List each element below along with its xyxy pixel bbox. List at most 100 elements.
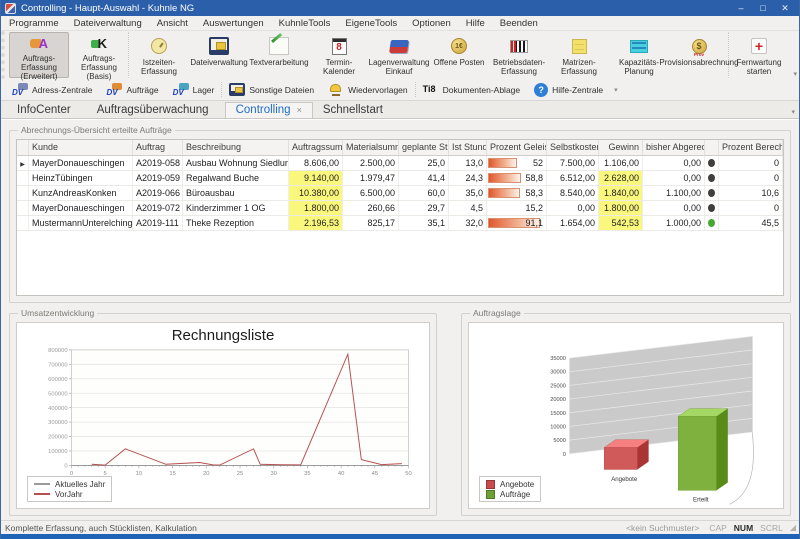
cell-auftrag: A2019-066: [133, 186, 183, 200]
cell-ist-stunden: 32,0: [449, 216, 487, 230]
svg-text:20000: 20000: [550, 397, 566, 403]
col-prozent-geleistet[interactable]: Prozent Geleistet: [487, 140, 547, 155]
cell-selbstkosten: 8.540,00: [547, 186, 599, 200]
ribbon-large-button[interactable]: Auftrags-Erfassung (Erweitert): [9, 32, 69, 78]
svg-text:10000: 10000: [550, 424, 566, 430]
status-dot: [708, 174, 715, 182]
menu-item[interactable]: KuhnleTools: [279, 18, 331, 29]
dv-stock-icon: [173, 83, 189, 96]
table-row[interactable]: ▶ KunzAndreasKonken A2019-066 Büroausbau…: [17, 186, 783, 201]
ribbon-small-button[interactable]: Sonstige Dateien: [222, 82, 321, 97]
cell-prozent-berechnet: 45,5: [719, 216, 783, 230]
ribbon-small-button[interactable]: Wiedervorlagen: [321, 82, 416, 97]
cell-gewinn: 542,53: [599, 216, 643, 230]
col-beschreibung[interactable]: Beschreibung: [183, 140, 289, 155]
col-gewinn[interactable]: Gewinn: [599, 140, 643, 155]
ribbon-large-button[interactable]: Lagenverwaltung Einkauf: [369, 32, 429, 78]
table-row[interactable]: ▶ HeinzTübingen A2019-059 Regalwand Buch…: [17, 171, 783, 186]
cell-beschreibung: Büroausbau: [183, 186, 289, 200]
line-chart-title: Rechnungsliste: [21, 325, 425, 345]
cell-auftragssumme: 9.140,00: [289, 171, 343, 185]
ribbon-large-button[interactable]: Betriebsdaten-Erfassung: [489, 32, 549, 78]
table-row[interactable]: ▶ MayerDonaueschingen A2019-058 Ausbau W…: [17, 156, 783, 171]
minimize-button[interactable]: –: [731, 3, 751, 13]
col-materialsumme[interactable]: Materialsumme: [343, 140, 399, 155]
ribbon-large-button[interactable]: Offene Posten: [429, 32, 489, 78]
revenue-chart-groupbox: Umsatzentwicklung Rechnungsliste 0100000…: [9, 308, 437, 516]
legend-entry: VorJahr: [34, 489, 105, 499]
cell-prozent-berechnet: 0: [719, 156, 783, 170]
cell-geplante-stunden: 60,0: [399, 186, 449, 200]
ribbon-row2-overflow-arrow[interactable]: ▾: [614, 86, 618, 94]
menu-item[interactable]: EigeneTools: [345, 18, 397, 29]
col-prozent-berechnet[interactable]: Prozent Berechnet: [719, 140, 783, 155]
menu-item[interactable]: Optionen: [412, 18, 451, 29]
ribbon-large-button[interactable]: Istzeiten-Erfassung: [129, 32, 189, 78]
resize-grip-icon[interactable]: ◢: [790, 523, 795, 532]
col-bisher-abgerechnet[interactable]: bisher Abgerechnet: [643, 140, 705, 155]
status-dot: [708, 204, 715, 212]
ribbon-large-button[interactable]: Matrizen-Erfassung: [549, 32, 609, 78]
cell-auftragssumme: 1.800,00: [289, 201, 343, 215]
ribbon-large-button[interactable]: Fernwartung starten: [729, 32, 789, 78]
tab[interactable]: Controlling×: [225, 102, 313, 118]
ribbon-small-button[interactable]: Lager: [166, 82, 223, 97]
cell-geplante-stunden: 25,0: [399, 156, 449, 170]
maximize-button[interactable]: □: [753, 3, 773, 13]
legend-line-swatch: [34, 483, 50, 485]
col-ist-stunden[interactable]: Ist Stunden: [449, 140, 487, 155]
tab-overflow-arrow[interactable]: ▾: [791, 108, 795, 116]
cell-auftrag: A2019-072: [133, 201, 183, 215]
col-auftragssumme[interactable]: Auftragssumme: [289, 140, 343, 155]
ribbon-large-button[interactable]: Termin-Kalender: [309, 32, 369, 78]
cell-gewinn: 1.800,00: [599, 201, 643, 215]
svg-text:40: 40: [338, 471, 344, 477]
ribbon-large-button[interactable]: Auftrags-Erfassung (Basis): [69, 32, 129, 78]
col-auftrag[interactable]: Auftrag: [133, 140, 183, 155]
cell-geplante-stunden: 41,4: [399, 171, 449, 185]
close-button[interactable]: ✕: [775, 3, 795, 14]
tab[interactable]: Auftragsüberwachung: [87, 103, 225, 118]
cell-selbstkosten: 7.500,00: [547, 156, 599, 170]
cell-materialsumme: 1.979,47: [343, 171, 399, 185]
cell-gewinn: 1.106,00: [599, 156, 643, 170]
cell-beschreibung: Theke Rezeption: [183, 216, 289, 230]
ribbon-large-button[interactable]: Provisionsabrechnung: [669, 32, 729, 78]
ribbon-small-button[interactable]: Hilfe-Zentrale: [527, 82, 610, 98]
menu-item[interactable]: Hilfe: [466, 18, 485, 29]
line-chart-panel: Rechnungsliste 0100000200000300000400000…: [16, 322, 430, 509]
menu-item[interactable]: Auswertungen: [203, 18, 264, 29]
svg-text:700000: 700000: [48, 362, 67, 368]
tab-close-icon[interactable]: ×: [297, 105, 302, 115]
table-row[interactable]: ▶ MayerDonaueschingen A2019-072 Kinderzi…: [17, 201, 783, 216]
col-geplante-stunden[interactable]: geplante Stunden: [399, 140, 449, 155]
table-row[interactable]: ▶ MustermannUnterelchingen A2019-111 The…: [17, 216, 783, 231]
ribbon-large-button[interactable]: Dateiverwaltung: [189, 32, 249, 78]
tab[interactable]: Schnellstart: [313, 103, 399, 118]
cell-bisher-abgerechnet: 1.100,00: [643, 186, 705, 200]
ribbon-large-button[interactable]: Kapazitäts-Planung: [609, 32, 669, 78]
ribbon-button-label: Sonstige Dateien: [249, 85, 314, 95]
charts-row: Umsatzentwicklung Rechnungsliste 0100000…: [9, 308, 791, 516]
menu-item[interactable]: Programme: [9, 18, 59, 29]
ribbon-button-label: Hilfe-Zentrale: [552, 85, 603, 95]
cell-kunde: MayerDonaueschingen: [29, 156, 133, 170]
svg-text:600000: 600000: [48, 377, 67, 383]
tab[interactable]: InfoCenter: [7, 103, 87, 118]
cell-auftrag: A2019-058: [133, 156, 183, 170]
cell-kunde: MustermannUnterelchingen: [29, 216, 133, 230]
menu-item[interactable]: Beenden: [500, 18, 538, 29]
menu-item[interactable]: Ansicht: [157, 18, 188, 29]
ribbon-overflow-arrow[interactable]: ▾: [793, 70, 797, 78]
menu-item[interactable]: Dateiverwaltung: [74, 18, 142, 29]
col-kunde[interactable]: Kunde: [29, 140, 133, 155]
col-selbstkosten[interactable]: Selbstkosten: [547, 140, 599, 155]
status-dot: [708, 159, 715, 167]
ribbon-small-button[interactable]: Dokumenten-Ablage: [416, 82, 528, 97]
svg-text:300000: 300000: [48, 420, 67, 426]
ribbon-button-label: Provisionsabrechnung: [659, 58, 738, 67]
table-body: ▶ MayerDonaueschingen A2019-058 Ausbau W…: [17, 156, 783, 231]
ribbon-large-button[interactable]: Textverarbeitung: [249, 32, 309, 78]
ribbon-small-button[interactable]: Adress-Zentrale: [5, 82, 99, 97]
ribbon-small-button[interactable]: Aufträge: [99, 82, 165, 97]
